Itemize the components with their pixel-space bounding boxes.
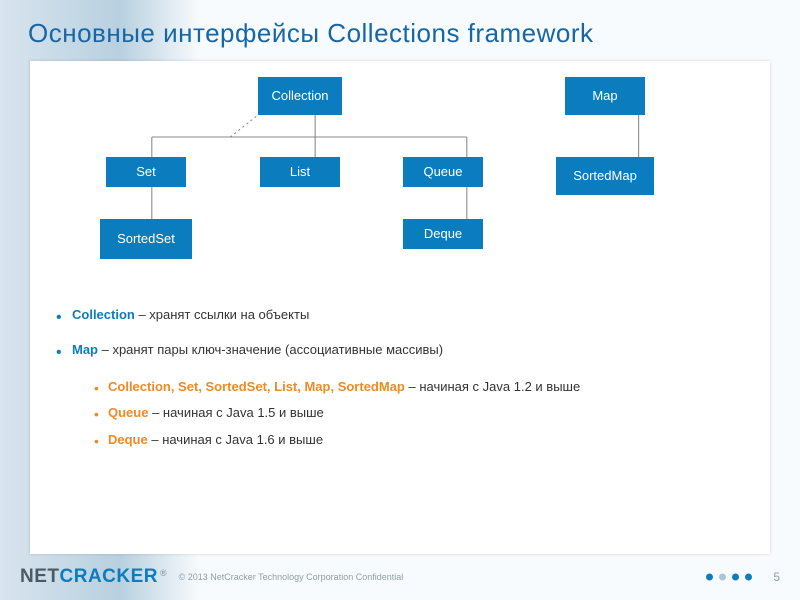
keyword: Queue: [108, 405, 148, 420]
logo-text-net: NET: [20, 566, 60, 588]
decorative-dots: [706, 574, 752, 581]
bullet-item: Map – хранят пары ключ-значение (ассоциа…: [56, 340, 750, 451]
bullet-list: Collection – хранят ссылки на объекты Ma…: [50, 305, 750, 451]
keyword: Collection, Set, SortedSet, List, Map, S…: [108, 379, 405, 394]
bullet-text: – хранят пары ключ-значение (ассоциативн…: [98, 342, 443, 357]
node-queue: Queue: [403, 157, 483, 187]
slide: Основные интерфейсы Collections framewor…: [0, 0, 800, 600]
page-number: 5: [773, 570, 780, 584]
dot-icon: [719, 574, 726, 581]
sub-bullet-item: Deque – начиная с Java 1.6 и выше: [94, 430, 750, 451]
bullet-text: – начиная с Java 1.6 и выше: [148, 432, 323, 447]
node-list: List: [260, 157, 340, 187]
sub-bullet-item: Queue – начиная с Java 1.5 и выше: [94, 403, 750, 424]
dot-icon: [706, 574, 713, 581]
bullet-text: – начиная с Java 1.2 и выше: [405, 379, 580, 394]
copyright: © 2013 NetCracker Technology Corporation…: [179, 572, 404, 583]
node-sortedmap: SortedMap: [556, 157, 654, 195]
logo-text-cracker: CRACKER: [60, 566, 159, 588]
node-collection: Collection: [258, 77, 342, 115]
bullet-item: Collection – хранят ссылки на объекты: [56, 305, 750, 326]
content-panel: Collection Set List Queue SortedSet Dequ…: [30, 61, 770, 554]
bullet-text: – хранят ссылки на объекты: [135, 307, 309, 322]
keyword: Deque: [108, 432, 148, 447]
footer: NETCRACKER® © 2013 NetCracker Technology…: [0, 554, 800, 600]
logo: NETCRACKER®: [20, 566, 167, 588]
keyword: Map: [72, 342, 98, 357]
node-set: Set: [106, 157, 186, 187]
bullet-text: – начиная с Java 1.5 и выше: [148, 405, 323, 420]
registered-mark: ®: [160, 568, 167, 578]
keyword: Collection: [72, 307, 135, 322]
node-sortedset: SortedSet: [100, 219, 192, 259]
node-deque: Deque: [403, 219, 483, 249]
dot-icon: [745, 574, 752, 581]
slide-title: Основные интерфейсы Collections framewor…: [0, 0, 800, 61]
hierarchy-diagram: Collection Set List Queue SortedSet Dequ…: [50, 75, 750, 305]
dot-icon: [732, 574, 739, 581]
node-map: Map: [565, 77, 645, 115]
sub-bullet-item: Collection, Set, SortedSet, List, Map, S…: [94, 377, 750, 398]
